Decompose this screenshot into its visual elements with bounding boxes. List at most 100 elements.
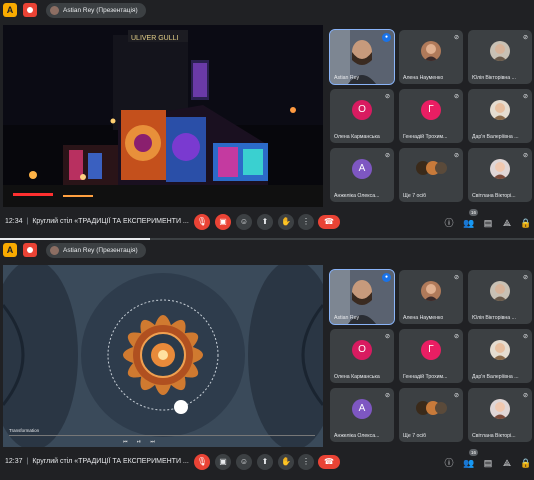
info-button[interactable]: ⓘ [443, 217, 455, 229]
camera-toggle-button[interactable]: ▣ [215, 214, 231, 230]
participant-tile-darya[interactable]: ⊘ Дар'я Валеріївна ... [468, 89, 532, 143]
participant-name: Олена Карманська [334, 134, 380, 140]
host-controls-button[interactable]: 🔒 [520, 217, 532, 229]
chat-button[interactable]: ▤ [482, 217, 494, 229]
raise-hand-icon: ✋ [281, 457, 291, 466]
participant-tile-yulia[interactable]: ⊘ Юлія Вікторівна ... [468, 30, 532, 84]
participant-tile-olena[interactable]: ⊘ О Олена Карманська [330, 89, 394, 143]
mic-off-icon: ⊘ [384, 334, 390, 340]
mic-off-icon: ⊘ [453, 275, 459, 281]
night-city-image: ULIVER GULLI [3, 25, 323, 207]
prev-icon[interactable]: ⏮ [123, 439, 132, 445]
participant-tile-svitlana[interactable]: ⊘ Світлана Вікторі... [468, 388, 532, 442]
meet-screen-2: A Astian Rey (Презентація) Transformatio… [0, 240, 534, 480]
participant-name: Юлія Вікторівна ... [472, 315, 516, 321]
participant-avatar: А [352, 159, 372, 179]
svg-text:ULIVER GULLI: ULIVER GULLI [131, 35, 179, 42]
emoji-button[interactable]: ☺ [236, 454, 252, 470]
participant-tile-alena[interactable]: ⊘ Алена Науменко [399, 270, 463, 324]
participant-name: Анжеліка Олекса... [334, 193, 380, 199]
camera-toggle-button[interactable]: ▣ [215, 454, 231, 470]
chat-icon: ▤ [483, 458, 493, 468]
participant-tile-svitlana[interactable]: ⊘ Світлана Вікторі... [468, 148, 532, 202]
host-controls-icon: 🔒 [520, 458, 532, 468]
extension-icon[interactable]: A [3, 243, 17, 257]
raise-hand-button[interactable]: ✋ [278, 454, 294, 470]
participant-tile-alena[interactable]: ⊘ Алена Науменко [399, 30, 463, 84]
raise-hand-icon: ✋ [281, 217, 291, 226]
mic-off-icon: ⊘ [384, 393, 390, 399]
mic-off-icon: ⊘ [453, 334, 459, 340]
mic-off-icon: ⊘ [522, 94, 528, 100]
meeting-details: 12:37 | Круглий стіл «ТРАДИЦІЇ ТА ЕКСПЕРИМ… [5, 458, 189, 465]
participant-name: Astian Rey [334, 315, 360, 321]
mic-off-icon: 🎙 [196, 217, 208, 226]
mic-off-icon: ⊘ [453, 35, 459, 41]
participant-tile-anzhelika[interactable]: ⊘ А Анжеліка Олекса... [330, 148, 394, 202]
activities-button[interactable]: ⟁ [501, 457, 513, 469]
mic-off-icon: ⊘ [384, 94, 390, 100]
mic-off-icon: ⊘ [522, 393, 528, 399]
people-button[interactable]: 👥 [463, 217, 475, 229]
participant-tile-anzhelika[interactable]: ⊘ А Анжеліка Олекса... [330, 388, 394, 442]
video-controls[interactable]: ⏮ ⏯ ⏭ [123, 439, 159, 445]
activities-icon: ⟁ [502, 218, 512, 228]
clock: 12:34 [5, 218, 23, 225]
meeting-title: Круглий стіл «ТРАДИЦІЇ ТА ЕКСПЕРИМЕНТИ .… [32, 218, 189, 225]
presenter-avatar [50, 246, 59, 255]
play-icon[interactable]: ⏯ [137, 439, 145, 445]
top-bar: A Astian Rey (Презентація) [0, 240, 534, 262]
emoji-button[interactable]: ☺ [236, 214, 252, 230]
participant-tile-darya[interactable]: ⊘ Дар'я Валеріївна ... [468, 329, 532, 383]
end-call-icon: ☎ [324, 217, 334, 226]
speaking-indicator-icon: ● [382, 33, 391, 42]
participant-tile-astian-rey[interactable]: ● Astian Rey [329, 269, 395, 325]
participant-photo [421, 281, 441, 301]
participant-photo [490, 100, 510, 120]
participant-name: Astian Rey [334, 75, 360, 81]
mic-off-icon: ⊘ [522, 275, 528, 281]
host-controls-button[interactable]: 🔒 [520, 457, 532, 469]
present-icon: ⬆ [261, 457, 269, 466]
video-seekbar[interactable] [9, 435, 315, 436]
chat-icon: ▤ [483, 218, 493, 228]
meet-screen-1: A Astian Rey (Презентація) ULIVER GULLI [0, 0, 534, 240]
participant-tile-gennadiy[interactable]: ⊘ Г Геннадій Трохим... [399, 329, 463, 383]
mic-toggle-button[interactable]: 🎙 [194, 214, 210, 230]
more-options-button[interactable]: ⋮ [298, 454, 314, 470]
presenter-chip[interactable]: Astian Rey (Презентація) [46, 243, 146, 258]
people-button[interactable]: 👥 [463, 457, 475, 469]
recording-icon[interactable] [23, 243, 37, 257]
clock: 12:37 [5, 458, 23, 465]
participant-tile-yulia[interactable]: ⊘ Юлія Вікторівна ... [468, 270, 532, 324]
participant-avatar: О [352, 100, 372, 120]
end-call-button[interactable]: ☎ [318, 215, 340, 229]
present-button[interactable]: ⬆ [257, 454, 273, 470]
more-options-button[interactable]: ⋮ [298, 214, 314, 230]
participant-name: Ще 7 осіб [403, 193, 427, 199]
present-button[interactable]: ⬆ [257, 214, 273, 230]
extension-icon[interactable]: A [3, 3, 17, 17]
emoji-icon: ☺ [239, 217, 249, 226]
participant-avatar: А [352, 399, 372, 419]
raise-hand-button[interactable]: ✋ [278, 214, 294, 230]
presenter-chip[interactable]: Astian Rey (Презентація) [46, 3, 146, 18]
next-icon[interactable]: ⏭ [150, 439, 159, 445]
participant-name: Геннадій Трохим... [403, 374, 448, 380]
recording-icon[interactable] [23, 3, 37, 17]
participant-tile-astian-rey[interactable]: ● Astian Rey [329, 29, 395, 85]
video-title: Transformation [9, 428, 40, 433]
chat-button[interactable]: ▤ [482, 457, 494, 469]
participant-tile-olena[interactable]: ⊘ О Олена Карманська [330, 329, 394, 383]
participant-tile-more[interactable]: ⊘ Ще 7 осіб [399, 148, 463, 202]
group-avatars [415, 400, 447, 416]
activities-button[interactable]: ⟁ [501, 217, 513, 229]
group-avatars [415, 160, 447, 176]
participant-tile-more[interactable]: ⊘ Ще 7 осіб [399, 388, 463, 442]
end-call-button[interactable]: ☎ [318, 455, 340, 469]
participant-name: Дар'я Валеріївна ... [472, 134, 519, 140]
mic-toggle-button[interactable]: 🎙 [194, 454, 210, 470]
info-button[interactable]: ⓘ [443, 457, 455, 469]
present-icon: ⬆ [261, 217, 269, 226]
participant-tile-gennadiy[interactable]: ⊘ Г Геннадій Трохим... [399, 89, 463, 143]
